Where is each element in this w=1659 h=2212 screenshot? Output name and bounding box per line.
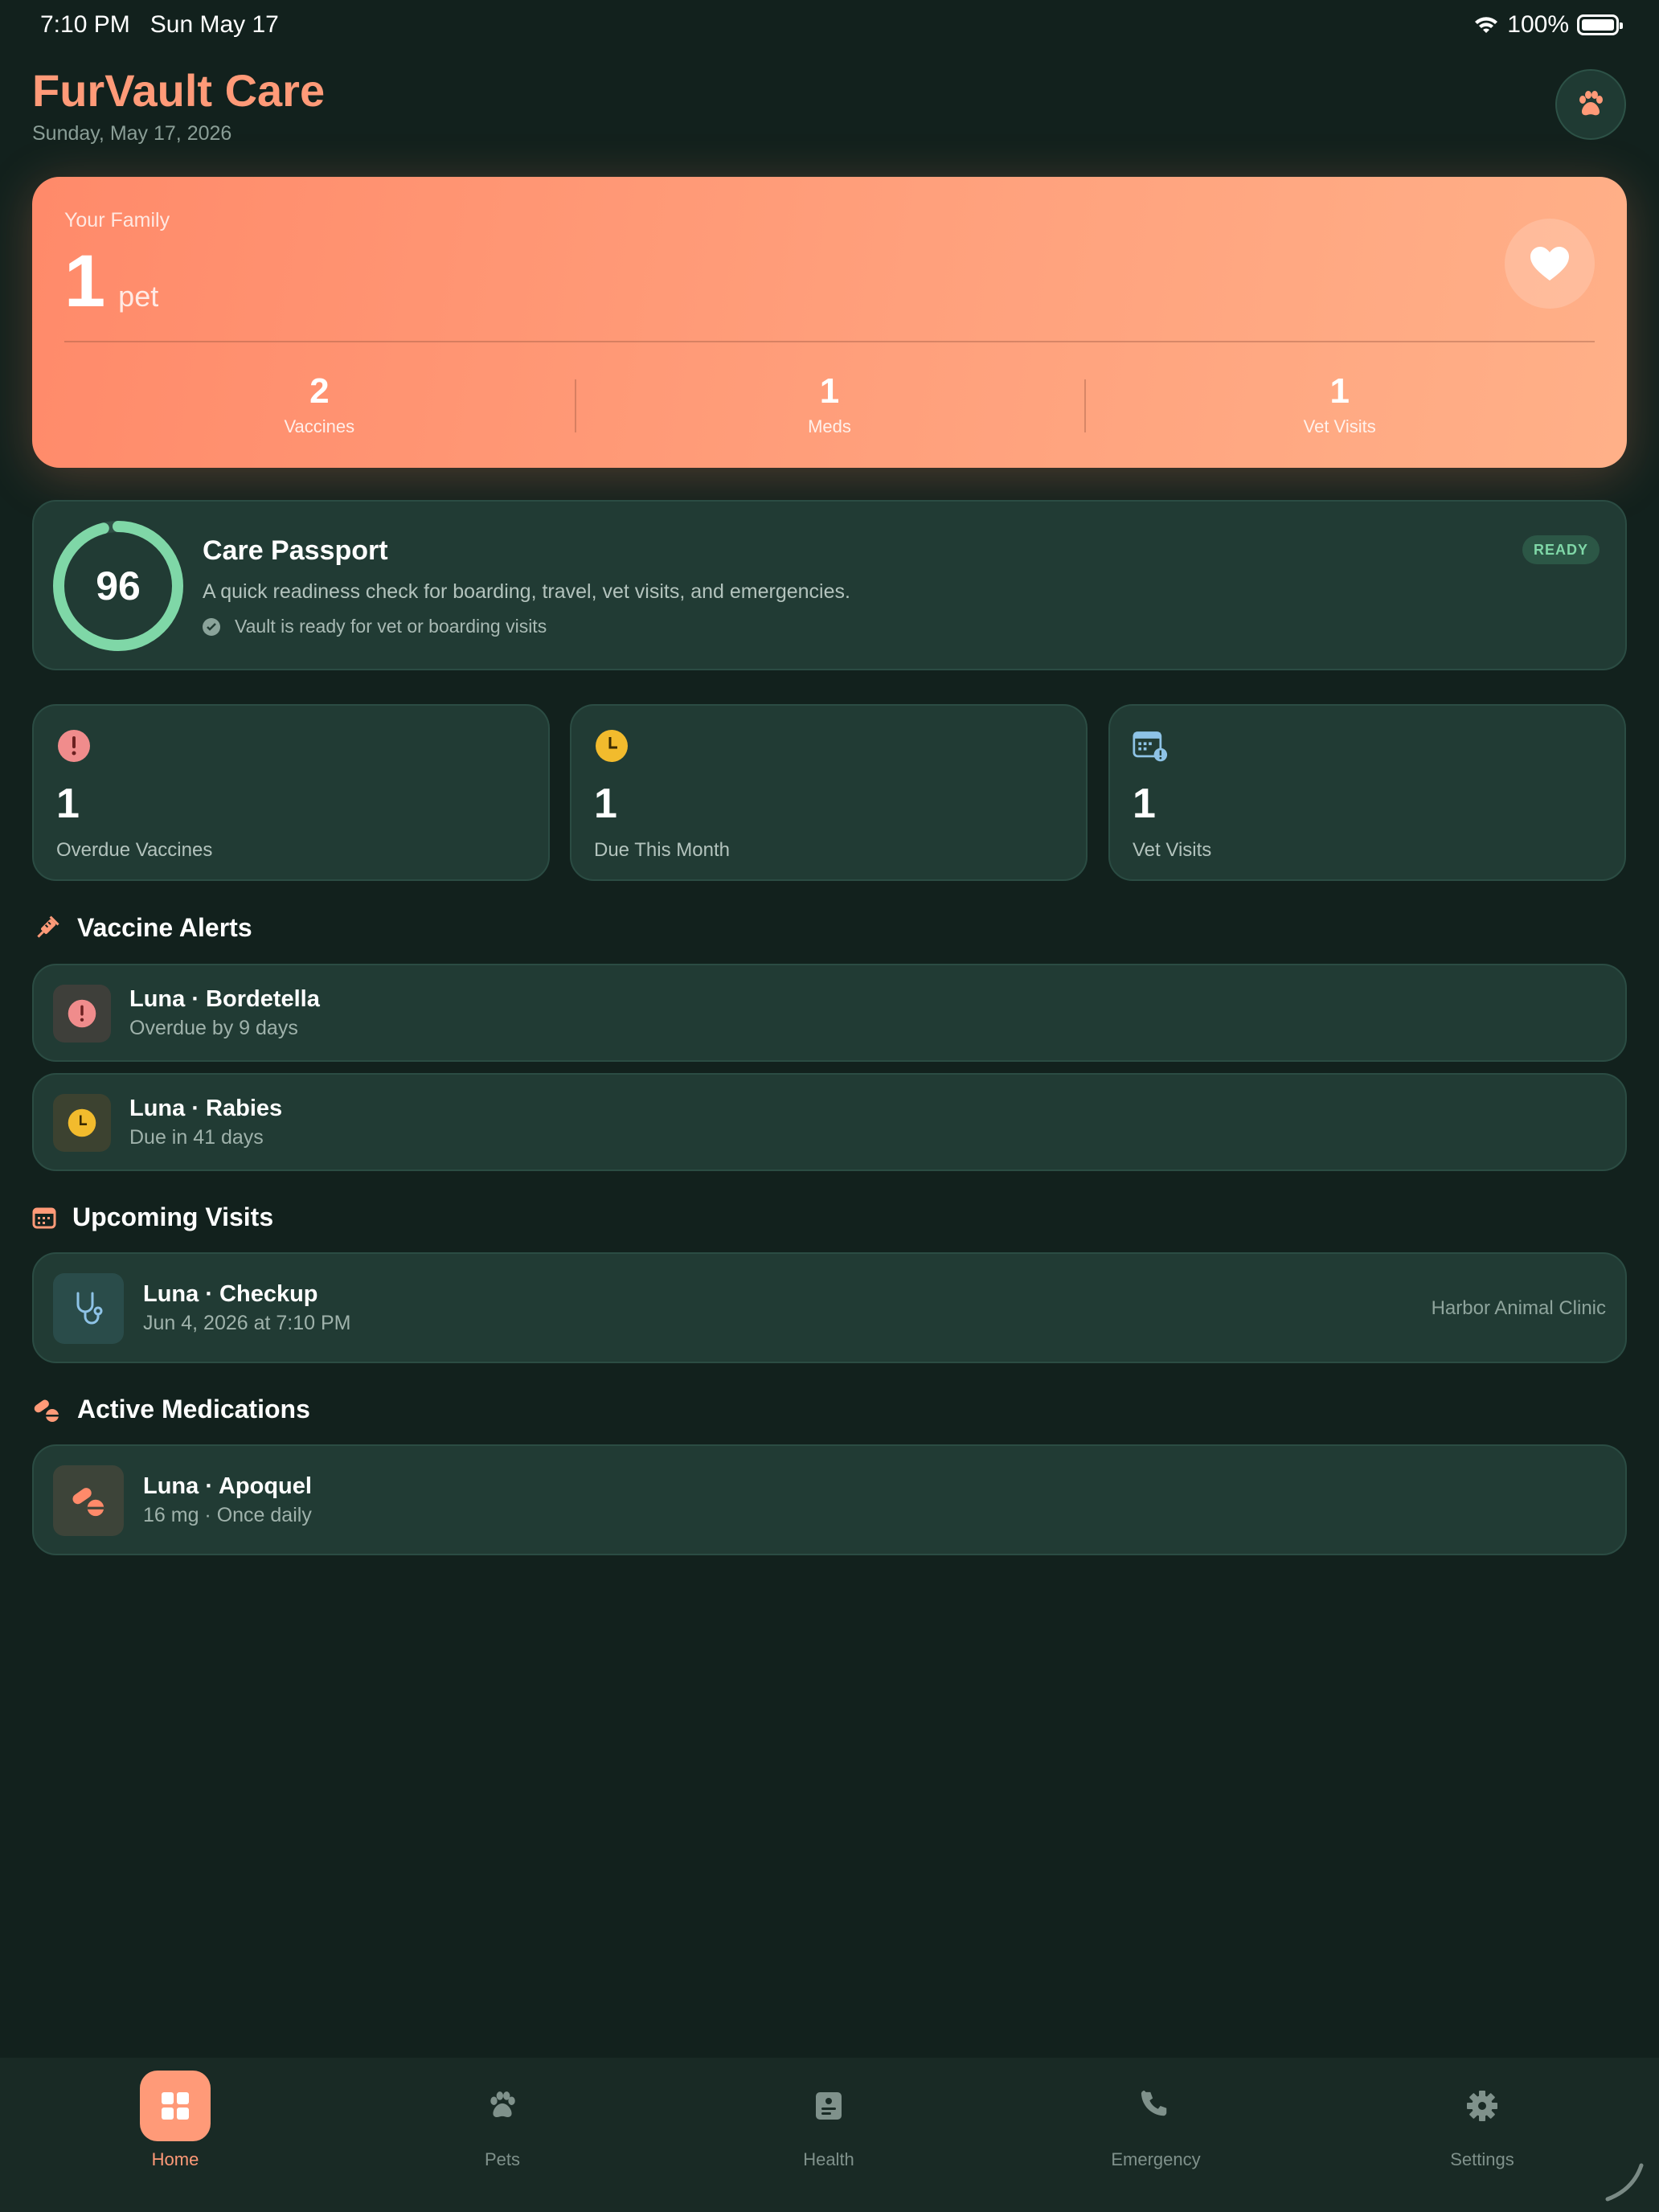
stethoscope-icon [76,1292,103,1325]
medications-header: Active Medications [32,1395,310,1424]
home-indicator [1605,2163,1644,2202]
tile-overdue-vaccines[interactable]: 1 Overdue Vaccines [32,704,550,881]
upcoming-visits-header: Upcoming Visits [32,1202,273,1232]
family-stats: 2 Vaccines 1 Meds 1 Vet Visits [64,367,1595,447]
status-right: 100% [1473,11,1623,39]
profile-paw-button[interactable] [1555,69,1626,140]
tile-label: Overdue Vaccines [56,839,213,861]
family-divider [64,341,1595,342]
syringe-icon [37,915,59,938]
pills-icon [72,1488,104,1517]
row-subtitle: Jun 4, 2026 at 7:10 PM [143,1312,351,1334]
stat-vet-visits[interactable]: 1 Vet Visits [1084,367,1595,447]
status-bar: 7:10 PM Sun May 17 100% [0,0,1659,51]
tile-vet-visits[interactable]: 1 Vet Visits [1108,704,1626,881]
phone-icon [1120,2071,1191,2141]
tile-label: Due This Month [594,839,730,861]
tab-emergency[interactable]: Emergency [1059,2071,1252,2170]
tab-home[interactable]: Home [79,2071,272,2170]
pet-count-unit: pet [118,280,159,313]
stat-value: 2 [309,371,330,411]
clock-icon [596,730,628,762]
paw-icon [1579,91,1603,116]
passport-description: A quick readiness check for boarding, tr… [203,580,850,603]
section-title: Active Medications [77,1395,310,1423]
stat-label: Vet Visits [1303,416,1376,436]
tab-pets[interactable]: Pets [406,2071,599,2170]
passport-check-text: Vault is ready for vet or boarding visit… [235,616,547,637]
family-label: Your Family [64,209,170,231]
app-title: FurVault Care [32,65,326,116]
pet-count-value: 1 [64,240,106,322]
tab-settings[interactable]: Settings [1386,2071,1579,2170]
tile-value: 1 [56,780,80,827]
tab-label: Health [803,2149,854,2169]
status-time: 7:10 PM Sun May 17 [40,11,279,38]
medication-row[interactable]: Luna · Apoquel 16 mg · Once daily [32,1444,1627,1555]
pills-icon [34,1399,59,1422]
section-title: Vaccine Alerts [77,913,252,942]
header-date: Sunday, May 17, 2026 [32,122,232,145]
tab-label: Pets [484,2149,521,2169]
ready-badge: READY [1522,535,1600,564]
vaccine-alert-row[interactable]: Luna · Rabies Due in 41 days [32,1073,1627,1171]
tile-value: 1 [594,780,617,827]
passport-title: Care Passport [203,535,388,566]
care-passport-card[interactable]: 96 Care Passport A quick readiness check… [32,500,1627,670]
row-subtitle: Due in 41 days [129,1126,264,1149]
clock-icon [68,1108,96,1137]
row-title: Luna · Rabies [129,1096,283,1121]
vaccine-alerts-header: Vaccine Alerts [32,913,252,943]
health-record-icon [793,2071,864,2141]
paw-icon [467,2071,538,2141]
gear-icon [1447,2071,1518,2141]
pills-icon-box [53,1465,124,1536]
row-title: Luna · Checkup [143,1281,318,1307]
heart-icon [1530,247,1569,281]
alert-icon [68,999,96,1028]
tab-label: Settings [1450,2149,1514,2169]
row-subtitle: Overdue by 9 days [129,1017,298,1039]
battery-percent: 100% [1507,11,1569,38]
vaccine-alert-row[interactable]: Luna · Bordetella Overdue by 9 days [32,964,1627,1062]
row-subtitle: 16 mg · Once daily [143,1504,312,1526]
clock-icon-box [53,1094,111,1152]
tab-health[interactable]: Health [732,2071,925,2170]
family-summary-card[interactable]: Your Family 1 pet 2 Vaccines 1 Meds 1 Ve… [32,177,1627,468]
stat-vaccines[interactable]: 2 Vaccines [64,367,575,447]
tab-label: Emergency [1111,2149,1201,2169]
battery-icon [1577,14,1623,35]
row-title: Luna · Apoquel [143,1473,312,1499]
clinic-name: Harbor Animal Clinic [1431,1297,1606,1319]
checkmark-icon [203,617,220,636]
alert-icon-box [53,985,111,1043]
favorite-button[interactable] [1505,219,1595,309]
alert-icon [58,730,90,762]
tile-label: Vet Visits [1133,839,1212,861]
tab-bar: Home Pets Health Emergency Settings [0,2058,1659,2212]
stat-label: Meds [808,416,851,436]
calendar-icon [32,1207,56,1228]
pet-count: 1 pet [64,240,158,324]
calendar-alert-icon [1133,731,1168,762]
stethoscope-icon-box [53,1273,124,1344]
stat-label: Vaccines [284,416,355,436]
grid-icon [140,2071,211,2141]
stat-value: 1 [819,371,840,411]
wifi-icon [1475,17,1498,33]
visit-row[interactable]: Luna · Checkup Jun 4, 2026 at 7:10 PM Ha… [32,1252,1627,1363]
tab-label: Home [151,2149,199,2169]
stat-meds[interactable]: 1 Meds [574,367,1085,447]
tile-due-this-month[interactable]: 1 Due This Month [570,704,1088,881]
passport-check: Vault is ready for vet or boarding visit… [203,616,547,637]
readiness-score: 96 [96,563,141,608]
readiness-ring: 96 [51,519,185,653]
section-title: Upcoming Visits [72,1202,274,1231]
row-title: Luna · Bordetella [129,986,320,1012]
tile-value: 1 [1133,780,1156,827]
stat-value: 1 [1329,371,1350,411]
